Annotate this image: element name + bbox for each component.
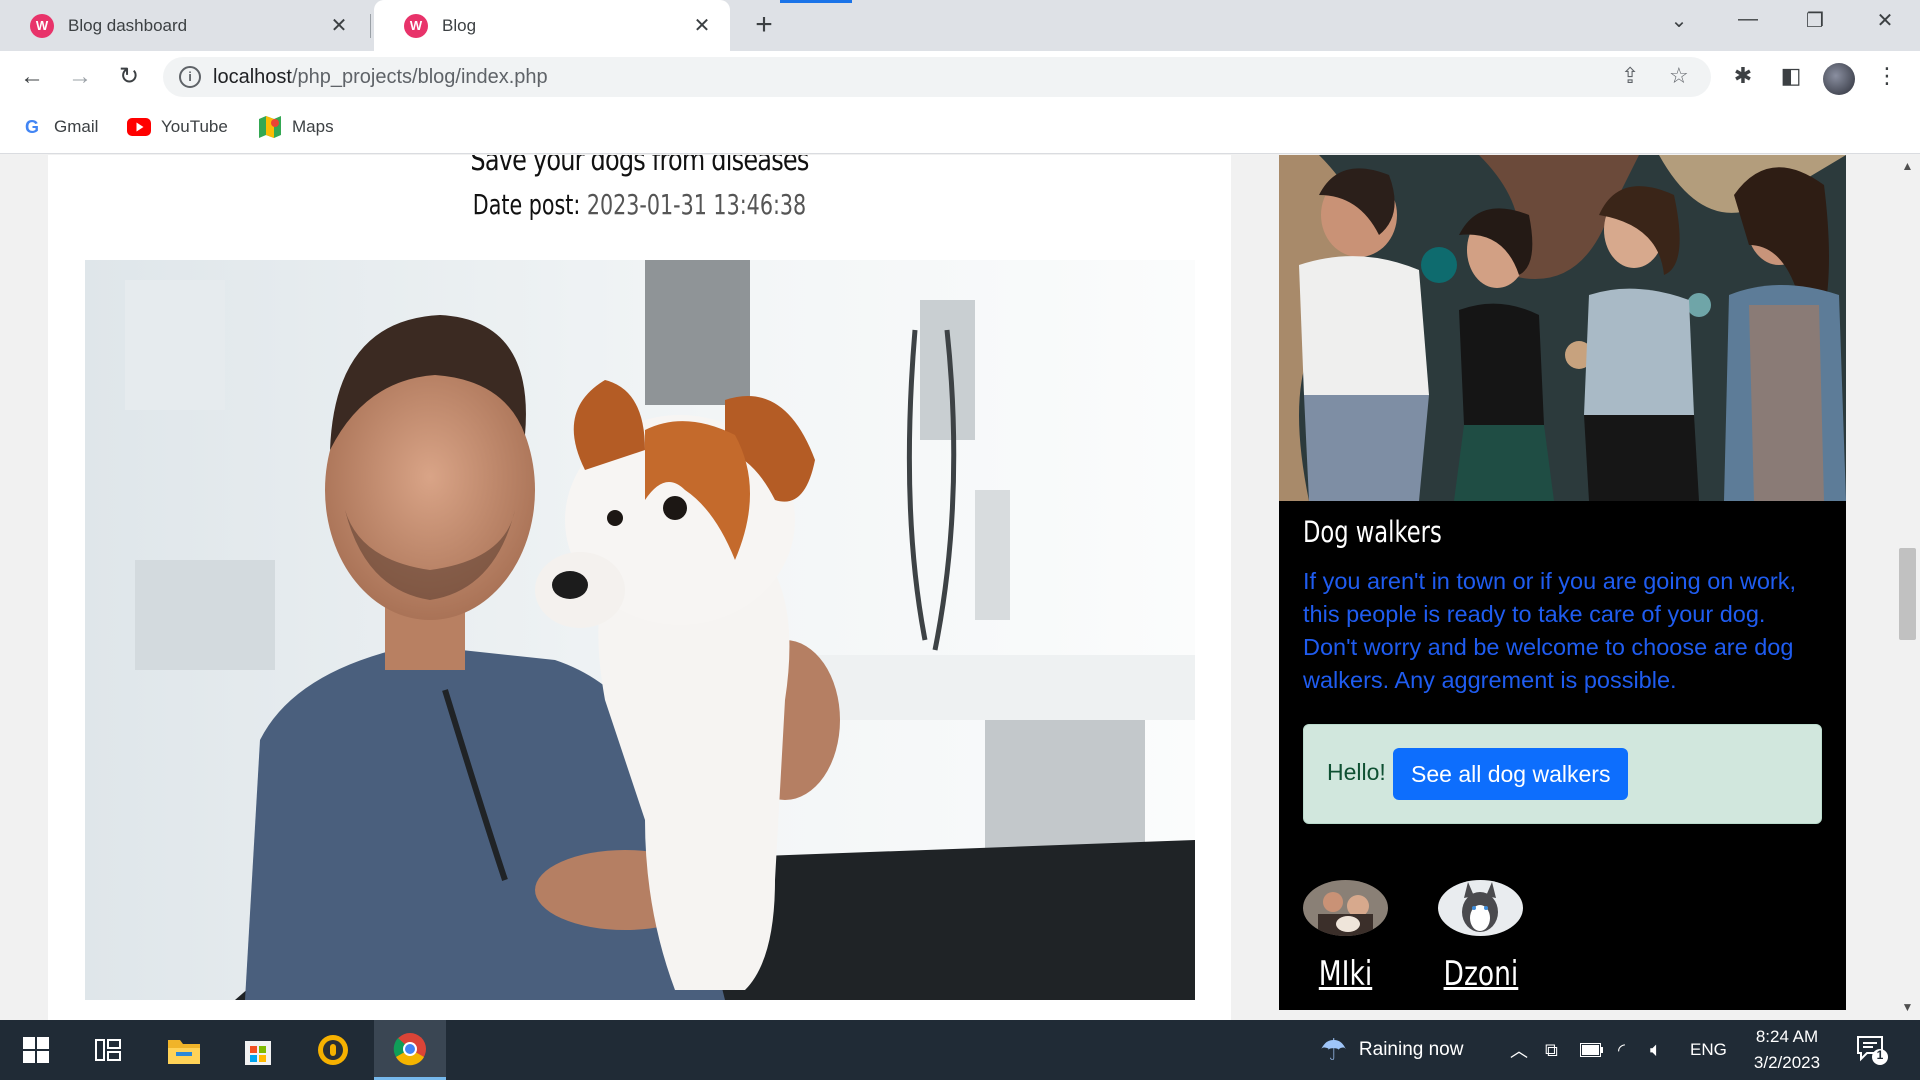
url-text: localhost/php_projects/blog/index.php — [213, 66, 548, 89]
clock-time: 8:24 AM — [1755, 1027, 1819, 1046]
battery-icon[interactable] — [1580, 1020, 1604, 1080]
chrome-taskbar-icon[interactable] — [374, 1020, 446, 1080]
bookmark-gmail[interactable]: G Gmail — [20, 115, 98, 139]
notification-center-icon[interactable]: 1 — [1855, 1032, 1889, 1066]
wamp-favicon-icon: W — [30, 13, 54, 38]
wifi-icon[interactable]: ◜ — [1618, 1020, 1625, 1080]
walker-name[interactable]: Dzoni — [1444, 954, 1519, 994]
clock-date: 3/2/2023 — [1753, 1053, 1821, 1072]
microsoft-store-icon[interactable] — [222, 1020, 294, 1080]
norton-vpn-icon[interactable] — [297, 1020, 369, 1080]
walker-name[interactable]: MIki — [1312, 954, 1378, 994]
show-hidden-icons-chevron-icon[interactable]: ︿ — [1510, 1020, 1528, 1080]
tab-blog-dashboard[interactable]: W Blog dashboard ✕ — [0, 0, 367, 51]
weather-text: Raining now — [1358, 1039, 1464, 1060]
sidebar-description: If you aren't in town or if you are goin… — [1303, 568, 1797, 693]
system-clock[interactable]: 8:24 AM 3/2/2023 — [1742, 1024, 1832, 1076]
walker-card-dzoni[interactable]: Dzoni — [1433, 880, 1529, 994]
date-label: Date post: — [472, 188, 581, 221]
scroll-down-arrow-icon[interactable]: ▼ — [1895, 1000, 1920, 1014]
site-info-icon[interactable]: i — [179, 66, 201, 88]
tab-blog[interactable]: W Blog ✕ — [374, 0, 730, 51]
start-windows-icon[interactable] — [0, 1020, 72, 1080]
group-of-women-photo — [1279, 155, 1846, 501]
tab-title: Blog dashboard — [68, 15, 188, 35]
scroll-up-arrow-icon[interactable]: ▲ — [1895, 159, 1920, 173]
weather-widget[interactable]: ☂ Raining now — [1320, 1020, 1463, 1080]
windows-taskbar: ☂ Raining now ︿ ⧉ ◜ 🔈︎ ENG 8:24 AM 3/2/2… — [0, 1020, 1920, 1080]
bookmark-star-icon[interactable]: ☆ — [1669, 63, 1689, 89]
close-tab-icon[interactable]: ✕ — [327, 13, 351, 38]
forward-arrow-icon[interactable]: → — [64, 61, 96, 93]
menu-kebab-icon[interactable]: ⋮ — [1872, 63, 1902, 89]
page-scrollbar[interactable]: ▲ ▼ — [1895, 155, 1920, 1020]
vet-with-dog-photo — [85, 260, 1195, 1000]
url-path: /php_projects/blog/index.php — [291, 66, 548, 88]
bookmark-label: YouTube — [161, 117, 228, 136]
dog-walkers-sidebar: Dog walkers If you aren't in town or if … — [1279, 155, 1846, 1010]
url-host: localhost — [213, 66, 292, 88]
date-value: 2023-01-31 13:46:38 — [586, 188, 807, 221]
close-window-icon[interactable]: ✕ — [1865, 8, 1905, 33]
post-date: Date post: 2023-01-31 13:46:38 — [154, 188, 1124, 221]
extensions-puzzle-icon[interactable]: ✱ — [1728, 63, 1758, 89]
restore-icon[interactable]: ❐ — [1795, 8, 1835, 33]
maps-icon — [258, 115, 282, 139]
walker-avatar[interactable] — [1438, 880, 1524, 936]
profile-avatar[interactable] — [1823, 63, 1855, 95]
task-view-icon[interactable] — [72, 1020, 144, 1080]
alert-hello-text: Hello! — [1327, 759, 1386, 785]
umbrella-rain-icon: ☂ — [1320, 1033, 1347, 1067]
post-title: Save your dogs from diseases — [470, 155, 809, 178]
bookmarks-bar: G Gmail YouTube Maps — [0, 103, 1920, 154]
see-all-dog-walkers-button[interactable]: See all dog walkers — [1393, 748, 1629, 800]
minimize-icon[interactable]: — — [1728, 8, 1768, 31]
tab-title: Blog — [442, 15, 477, 35]
wamp-favicon-icon: W — [404, 13, 428, 38]
tab-separator — [370, 14, 371, 38]
scrollbar-thumb[interactable] — [1899, 548, 1916, 640]
google-icon: G — [24, 116, 39, 137]
language-indicator[interactable]: ENG — [1690, 1020, 1727, 1080]
bookmark-maps[interactable]: Maps — [258, 115, 334, 139]
file-explorer-icon[interactable] — [148, 1020, 220, 1080]
sidebar-heading: Dog walkers — [1303, 515, 1442, 549]
post-image — [85, 260, 1195, 1000]
close-tab-icon[interactable]: ✕ — [690, 13, 714, 38]
back-arrow-icon[interactable]: ← — [16, 61, 48, 93]
notification-count: 1 — [1876, 1048, 1884, 1062]
youtube-icon — [127, 115, 151, 139]
loading-indicator — [780, 0, 852, 3]
bookmark-youtube[interactable]: YouTube — [127, 115, 228, 139]
dog-walkers-photo — [1279, 155, 1846, 501]
address-bar[interactable]: i localhost/php_projects/blog/index.php … — [163, 57, 1711, 97]
reload-icon[interactable]: ↻ — [113, 61, 145, 93]
new-tab-icon[interactable]: + — [748, 8, 780, 42]
page-viewport: Save your dogs from diseases Date post: … — [0, 155, 1920, 1020]
tab-search-chevron-icon[interactable]: ⌄ — [1659, 8, 1699, 33]
walker-card-miki[interactable]: MIki — [1303, 880, 1388, 994]
share-icon[interactable]: ⇪ — [1621, 63, 1639, 89]
tab-strip: W Blog dashboard ✕ W Blog ✕ + ⌄ — ❐ ✕ — [0, 0, 1920, 51]
walker-avatar[interactable] — [1303, 880, 1388, 936]
bookmark-label: Maps — [292, 117, 334, 136]
hello-alert: Hello! See all dog walkers — [1303, 724, 1822, 824]
volume-icon[interactable]: 🔈︎ — [1650, 1020, 1662, 1080]
meet-now-icon[interactable]: ⧉ — [1545, 1020, 1558, 1080]
side-panel-icon[interactable]: ◧ — [1776, 63, 1806, 89]
browser-toolbar: ← → ↻ i localhost/php_projects/blog/inde… — [0, 51, 1920, 103]
bookmark-label: Gmail — [54, 117, 99, 136]
